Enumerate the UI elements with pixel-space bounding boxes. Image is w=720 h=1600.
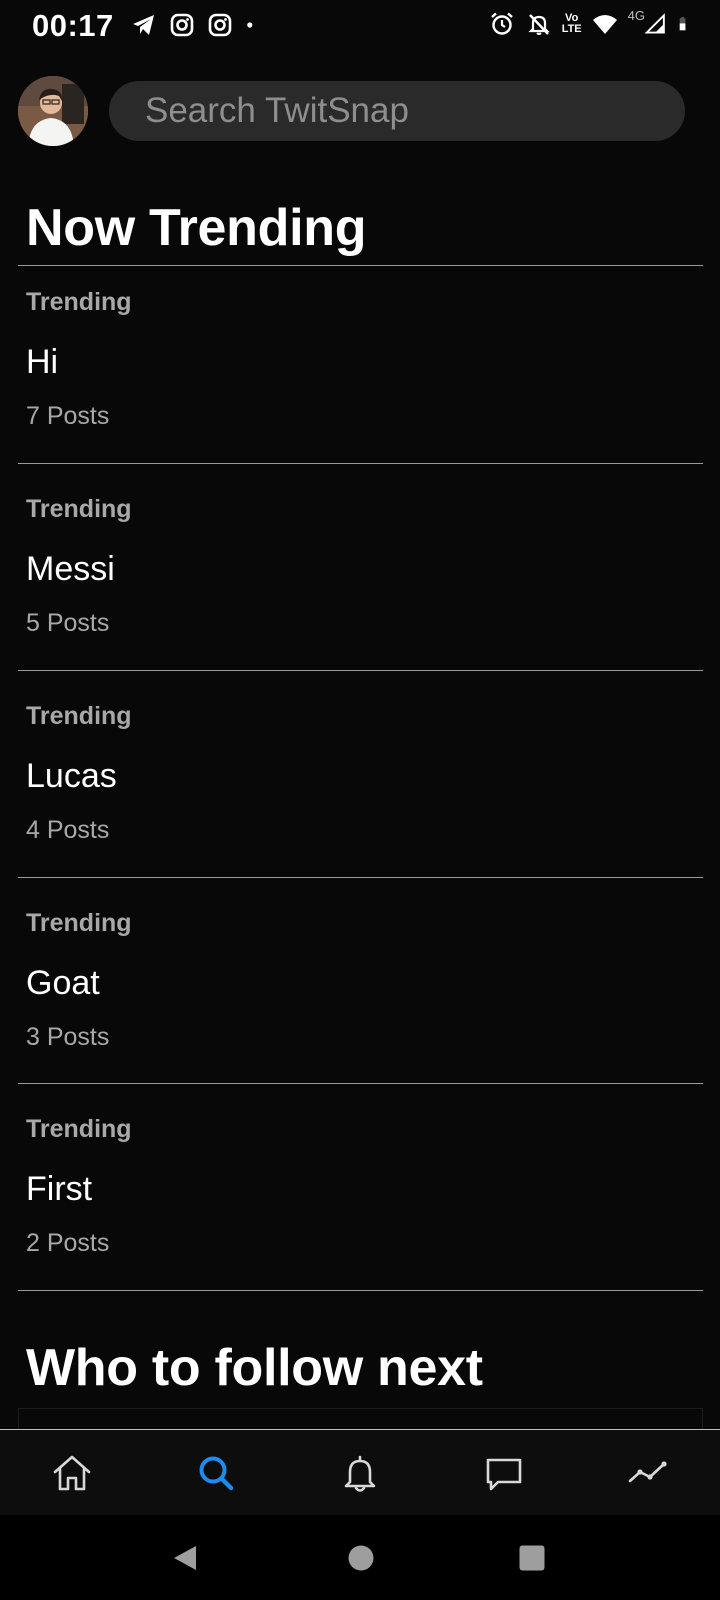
- divider: [18, 463, 703, 464]
- tab-trends[interactable]: [576, 1430, 720, 1516]
- recents-square-icon: [519, 1545, 545, 1571]
- trend-name: Lucas: [26, 757, 117, 795]
- trend-label: Trending: [26, 702, 132, 730]
- system-navigation-bar: [0, 1515, 720, 1600]
- divider: [18, 1083, 703, 1084]
- trend-item[interactable]: Trending Messi 5 Posts: [0, 473, 720, 679]
- home-icon: [53, 1455, 91, 1491]
- wifi-icon: [592, 15, 617, 34]
- bell-muted-icon: [528, 14, 550, 35]
- trend-label: Trending: [26, 909, 132, 937]
- trend-label: Trending: [26, 495, 132, 523]
- divider: [18, 1290, 703, 1291]
- trend-name: Hi: [26, 343, 59, 381]
- tab-notifications[interactable]: [288, 1430, 432, 1516]
- divider: [18, 670, 703, 671]
- notification-icons: [130, 11, 262, 39]
- tab-messages[interactable]: [432, 1430, 576, 1516]
- trend-name: First: [26, 1170, 93, 1208]
- trend-post-count: 2 Posts: [26, 1229, 110, 1257]
- network-type-label: 4G: [627, 8, 645, 23]
- status-bar: 00:17 Vo LTE 4G: [0, 0, 720, 52]
- alarm-icon: [490, 12, 513, 35]
- battery-icon: [679, 17, 686, 31]
- trend-item[interactable]: Trending Lucas 4 Posts: [0, 680, 720, 886]
- trend-post-count: 5 Posts: [26, 609, 110, 637]
- trend-item[interactable]: Trending Hi 7 Posts: [0, 266, 720, 472]
- trend-item[interactable]: Trending First 2 Posts: [0, 1093, 720, 1299]
- back-button[interactable]: [160, 1533, 210, 1583]
- divider: [18, 877, 703, 878]
- search-icon: [199, 1456, 234, 1491]
- instagram-icon: [208, 13, 232, 37]
- trend-name: Messi: [26, 550, 115, 588]
- trend-label: Trending: [26, 288, 132, 316]
- bottom-tab-bar: [0, 1429, 720, 1515]
- tab-home[interactable]: [0, 1430, 144, 1516]
- trend-label: Trending: [26, 1115, 132, 1143]
- trend-post-count: 7 Posts: [26, 402, 110, 430]
- search-input[interactable]: Search TwitSnap: [109, 81, 685, 141]
- more-notifications-dot-icon: [247, 22, 253, 28]
- back-triangle-icon: [174, 1546, 196, 1570]
- follow-section-title: Who to follow next: [26, 1339, 483, 1397]
- tab-search[interactable]: [144, 1430, 288, 1516]
- avatar[interactable]: [18, 76, 88, 146]
- network-indicator: 4G: [627, 8, 669, 38]
- follow-suggestion-card[interactable]: [18, 1408, 703, 1430]
- home-button[interactable]: [336, 1533, 386, 1583]
- instagram-icon: [170, 13, 194, 37]
- cell-signal-icon: [645, 13, 665, 34]
- trend-name: Goat: [26, 964, 100, 1002]
- system-icons: Vo LTE 4G: [488, 8, 694, 38]
- bell-icon: [344, 1455, 376, 1492]
- trend-item[interactable]: Trending Goat 3 Posts: [0, 887, 720, 1093]
- volte-indicator: Vo LTE: [562, 13, 582, 35]
- trend-post-count: 3 Posts: [26, 1023, 110, 1051]
- volte-bottom-label: LTE: [561, 23, 582, 35]
- telegram-icon: [133, 15, 154, 35]
- recents-button[interactable]: [507, 1533, 557, 1583]
- home-circle-icon: [348, 1545, 374, 1571]
- avatar-photo: [18, 76, 88, 146]
- trending-icon: [628, 1461, 667, 1483]
- message-icon: [486, 1458, 522, 1491]
- status-time: 00:17: [32, 8, 114, 43]
- trend-post-count: 4 Posts: [26, 816, 110, 844]
- trending-section-title: Now Trending: [26, 199, 367, 257]
